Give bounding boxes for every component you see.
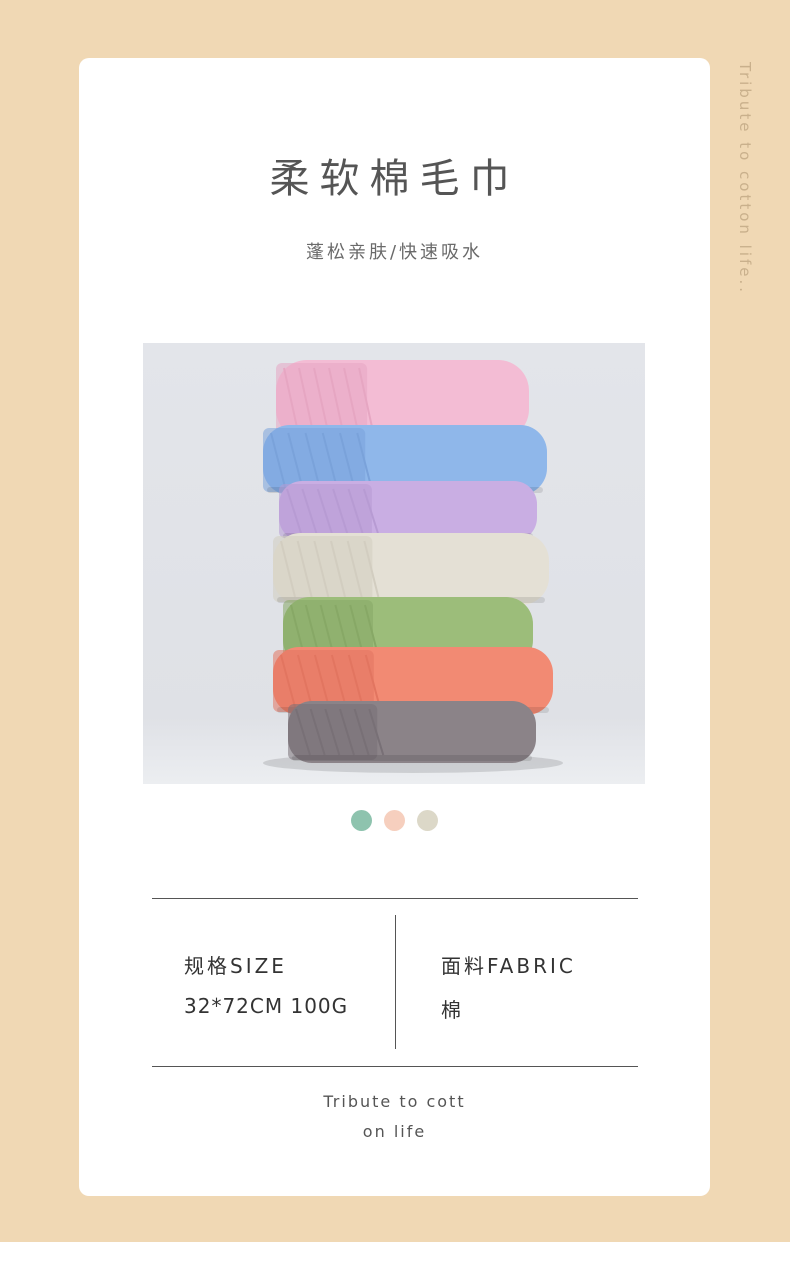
swatch-beige[interactable] <box>417 810 438 831</box>
towel-stack-illustration <box>263 360 563 773</box>
color-swatches <box>79 810 710 832</box>
divider-vertical <box>395 915 396 1049</box>
swatch-peach[interactable] <box>384 810 405 831</box>
page-title: 柔软棉毛巾 <box>269 156 520 202</box>
page-subtitle: 蓬松亲肤/快速吸水 <box>305 242 484 263</box>
fabric-value: 棉 <box>441 998 462 1022</box>
divider-bottom <box>152 1066 638 1067</box>
fabric-label: 面料FABRIC <box>441 954 576 978</box>
size-label: 规格SIZE <box>184 954 287 978</box>
tagline-line-2: on life <box>362 1122 427 1141</box>
towel-4 <box>273 533 549 605</box>
product-photo <box>143 343 645 784</box>
tagline-line-1: Tribute to cott <box>323 1092 466 1111</box>
towel-7 <box>288 701 536 763</box>
towel-3 <box>279 481 537 541</box>
page-frame: Tribute to cotton life.. 柔软棉毛巾 蓬松亲肤/快速吸水… <box>0 0 790 1242</box>
size-value: 32*72CM 100G <box>184 994 349 1018</box>
side-caption: Tribute to cotton life.. <box>736 62 754 296</box>
product-card: 柔软棉毛巾 蓬松亲肤/快速吸水 规格SIZE 32*72CM 100G 面料FA… <box>79 58 710 1196</box>
divider-top <box>152 898 638 899</box>
swatch-green[interactable] <box>351 810 372 831</box>
